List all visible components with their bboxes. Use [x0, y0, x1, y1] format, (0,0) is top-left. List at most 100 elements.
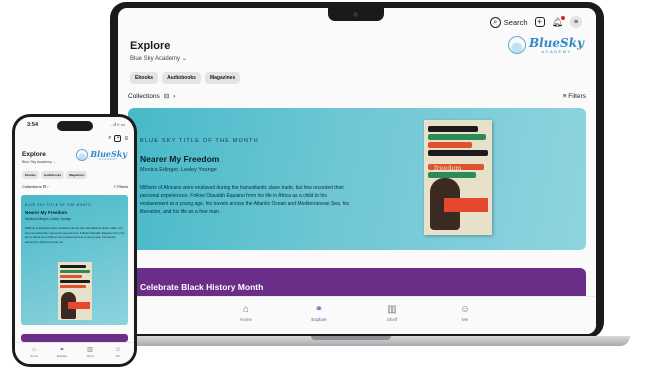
collections-row: Collections ⊟ › ≡ Filters	[128, 92, 586, 101]
brand-logo: BlueSky ACADEMY	[76, 149, 127, 161]
tab-label: Explore	[56, 354, 68, 358]
logo-mark-icon	[76, 149, 89, 161]
phone-top-actions: ⌕ + ≡	[108, 135, 128, 142]
cover-stripe	[428, 134, 486, 140]
search-icon[interactable]: ⌕	[108, 135, 111, 142]
filters-button[interactable]: ≡ Filters	[114, 184, 128, 189]
logo-text: BlueSky	[90, 148, 127, 159]
feature-description: Millions of Africans were enslaved durin…	[140, 185, 350, 215]
me-icon: ☺	[114, 347, 122, 353]
dynamic-island	[57, 121, 93, 131]
shelf-icon: ▥	[387, 304, 397, 315]
collections-label: Collections	[128, 92, 160, 100]
tab-label: Shelf	[86, 354, 94, 358]
tab-label: Me	[115, 354, 121, 358]
logo-mark-icon	[507, 36, 526, 54]
cover-label	[444, 198, 488, 212]
chip-audiobooks[interactable]: Audiobooks	[40, 171, 65, 179]
page-title: Explore	[130, 40, 171, 52]
collections-button[interactable]: Collections ⊟ ›	[128, 92, 176, 101]
feature-authors: Monica Edinger, Lesley Younge	[25, 217, 72, 221]
collections-button[interactable]: Collections ⊟ ›	[22, 184, 49, 189]
chip-magazines[interactable]: Magazines	[204, 72, 241, 84]
bottom-tab-bar: ⌂ Home ⚭ Explore ▥ Shelf ☺ Me	[15, 342, 134, 364]
cover-stripe	[428, 126, 478, 132]
add-icon[interactable]: +	[114, 135, 122, 142]
chevron-down-icon: ⌄	[181, 56, 187, 62]
feature-title[interactable]: Nearer My Freedom	[25, 210, 67, 215]
chevron-right-icon: ›	[173, 92, 176, 100]
feature-title[interactable]: Nearer My Freedom	[140, 154, 219, 164]
tab-shelf[interactable]: ▥ Shelf	[372, 303, 412, 322]
notification-dot	[561, 15, 565, 20]
library-selector[interactable]: Blue Sky Academy ⌄	[130, 55, 187, 62]
cover-stripe	[428, 142, 472, 148]
search-label: Search	[503, 17, 528, 27]
menu-icon[interactable]: ≡	[124, 136, 128, 142]
status-indicators: ..ıl ≈ ▭	[111, 122, 125, 127]
chip-audiobooks[interactable]: Audiobooks	[162, 72, 201, 84]
book-cover[interactable]: nearer my freedom	[424, 120, 492, 235]
cover-stripe	[60, 270, 90, 273]
cover-label	[68, 302, 90, 309]
laptop-base-notch	[311, 336, 391, 340]
feature-kicker: BLUE SKY TITLE OF THE MONTH	[140, 138, 259, 144]
filters-label: Filters	[117, 184, 128, 189]
tab-me[interactable]: ☺ Me	[107, 346, 129, 358]
explore-icon: ⚭	[314, 304, 324, 315]
cover-stripe	[60, 280, 90, 283]
tab-label: Home	[239, 317, 252, 322]
search-button[interactable]: ⌕ Search	[489, 16, 528, 28]
format-chips: Ebooks Audiobooks Magazines	[22, 171, 88, 179]
tab-label: Home	[29, 354, 38, 358]
menu-icon[interactable]: ≡	[570, 16, 582, 28]
chip-magazines[interactable]: Magazines	[66, 171, 88, 179]
featured-title-card[interactable]: BLUE SKY TITLE OF THE MONTH Nearer My Fr…	[128, 108, 586, 250]
logo-text: BlueSky	[528, 35, 584, 50]
page-title: Explore	[22, 151, 46, 158]
library-name: Blue Sky Academy	[22, 160, 52, 164]
feature-description: Millions of Africans were enslaved durin…	[25, 226, 125, 244]
book-cover[interactable]	[58, 262, 92, 320]
featured-title-card[interactable]: BLUE SKY TITLE OF THE MONTH Nearer My Fr…	[21, 195, 128, 325]
filter-icon: ≡	[562, 92, 567, 100]
phone-frame: 3:54 ..ıl ≈ ▭ ⌕ + ≡ Explore Blue Sky Aca…	[12, 114, 137, 367]
promo-banner[interactable]	[21, 334, 128, 342]
chevron-down-icon: ⌄	[52, 160, 56, 164]
explore-icon: ⚭	[59, 347, 65, 353]
status-time: 3:54	[27, 122, 39, 128]
filter-icon: ≡	[113, 184, 116, 189]
cover-stripe	[428, 172, 476, 178]
tab-home[interactable]: ⌂ Home	[23, 346, 45, 358]
phone-screen: 3:54 ..ıl ≈ ▭ ⌕ + ≡ Explore Blue Sky Aca…	[15, 117, 134, 364]
add-icon[interactable]: +	[534, 17, 545, 27]
chip-ebooks[interactable]: Ebooks	[130, 72, 159, 84]
filters-label: Filters	[568, 92, 586, 100]
chip-ebooks[interactable]: Ebooks	[22, 171, 39, 179]
tab-me[interactable]: ☺ Me	[445, 303, 485, 322]
home-icon: ⌂	[32, 347, 36, 353]
cover-stripe	[60, 265, 86, 268]
shelf-icon: ▥	[87, 347, 93, 353]
chevron-right-icon: ›	[47, 184, 49, 189]
search-icon: ⌕	[489, 16, 501, 28]
filters-button[interactable]: ≡ Filters	[563, 93, 586, 100]
camera-icon	[353, 12, 358, 17]
bottom-tab-bar: ⌂ Home ⚭ Explore ▥ Shelf ☺ Me	[118, 296, 596, 334]
library-selector[interactable]: Blue Sky Academy ⌄	[22, 160, 56, 164]
tab-explore[interactable]: ⚭ Explore	[299, 303, 339, 322]
library-name: Blue Sky Academy	[130, 56, 181, 62]
tab-shelf[interactable]: ▥ Shelf	[79, 346, 101, 358]
notifications-bell-icon[interactable]: 🔔︎	[552, 15, 565, 28]
book-cover-title: nearer my freedom	[434, 156, 468, 172]
me-icon: ☺	[459, 304, 471, 315]
laptop-screen: ⌕ Search + 🔔︎ ≡ Explore Blue Sky Academy…	[118, 8, 596, 334]
tab-explore[interactable]: ⚭ Explore	[51, 346, 73, 358]
format-chips: Ebooks Audiobooks Magazines	[130, 72, 241, 84]
collections-row: Collections ⊟ › ≡ Filters	[22, 184, 128, 189]
tab-home[interactable]: ⌂ Home	[226, 303, 266, 322]
home-icon: ⌂	[242, 304, 250, 315]
collections-icon: ⊟	[163, 93, 170, 100]
cover-stripe	[60, 285, 86, 288]
tab-label: Shelf	[386, 317, 398, 322]
